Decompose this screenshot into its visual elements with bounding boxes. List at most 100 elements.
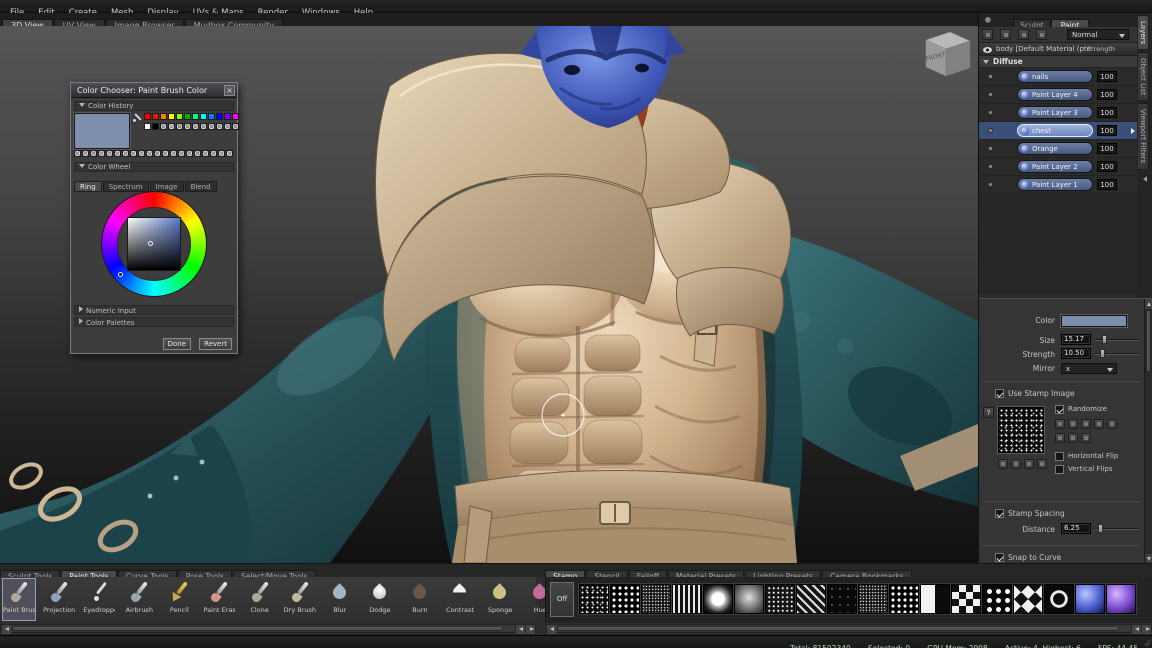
delete-layer-icon[interactable] — [1036, 29, 1047, 40]
color-swatch[interactable] — [162, 150, 169, 157]
color-swatch[interactable] — [122, 150, 129, 157]
layer-visibility-dot[interactable] — [988, 92, 993, 97]
tool-button[interactable]: Eyedropper — [82, 578, 116, 621]
done-button[interactable]: Done — [163, 338, 191, 350]
layer-pill[interactable]: nails — [1017, 70, 1093, 83]
color-swatch[interactable] — [176, 123, 183, 130]
color-swatch[interactable] — [202, 150, 209, 157]
distance-slider[interactable] — [1095, 524, 1139, 533]
side-tab[interactable]: Layers — [1138, 15, 1149, 50]
scroll-right-icon[interactable] — [1141, 625, 1151, 634]
color-swatch[interactable] — [184, 113, 191, 120]
size-value[interactable]: 15.17 — [1061, 334, 1091, 345]
color-swatch[interactable] — [152, 123, 159, 130]
layer-row[interactable]: Paint Layer 4 100 — [979, 86, 1137, 104]
tool-button[interactable]: Contrast — [443, 578, 477, 621]
new-layer-icon[interactable] — [982, 29, 993, 40]
layer-pill[interactable]: Paint Layer 1 — [1017, 178, 1093, 191]
color-swatch[interactable] — [82, 150, 89, 157]
stamp-flip-x-button[interactable] — [1068, 433, 1078, 443]
color-swatch[interactable] — [216, 113, 223, 120]
layer-pill[interactable]: Paint Layer 2 — [1017, 160, 1093, 173]
size-slider[interactable] — [1095, 335, 1139, 344]
layer-pill[interactable]: Paint Layer 4 — [1017, 88, 1093, 101]
stamp-swap-button[interactable] — [1068, 419, 1078, 429]
color-swatch[interactable] — [200, 123, 207, 130]
stamp-off-button[interactable]: Off — [550, 582, 574, 617]
color-wheel-header[interactable]: Color Wheel — [74, 162, 234, 172]
color-swatch[interactable] — [184, 123, 191, 130]
stamp-thumbnail[interactable] — [703, 584, 733, 614]
layer-pill[interactable]: Orange — [1017, 142, 1093, 155]
color-swatch[interactable] — [74, 150, 81, 157]
stamp-spacing-checkbox[interactable] — [995, 509, 1004, 518]
stamp-thumbnail[interactable] — [889, 584, 919, 614]
stamp-thumbnail[interactable] — [579, 584, 609, 614]
color-swatch[interactable] — [232, 113, 239, 120]
tool-button[interactable]: Dodge — [363, 578, 397, 621]
color-swatch[interactable] — [152, 113, 159, 120]
dialog-titlebar[interactable]: Color Chooser: Paint Brush Color × — [71, 83, 237, 98]
panel-menu-icon[interactable] — [984, 16, 992, 24]
color-swatch[interactable] — [218, 150, 225, 157]
stamp-preview-image[interactable] — [998, 407, 1044, 453]
stamp-list-button[interactable] — [1094, 419, 1104, 429]
color-swatch[interactable] — [146, 150, 153, 157]
layer-pill[interactable]: chest — [1017, 124, 1093, 137]
stamp-thumbnail[interactable] — [920, 584, 950, 614]
layer-row[interactable]: Orange 100 — [979, 140, 1137, 158]
layers-header-row[interactable]: body [Default Material (pte Strength — [979, 43, 1137, 56]
color-swatch[interactable] — [224, 113, 231, 120]
saturation-value-square[interactable] — [127, 217, 181, 271]
randomize-checkbox[interactable] — [1055, 405, 1064, 414]
color-history-header[interactable]: Color History — [74, 101, 234, 111]
color-swatch[interactable] — [200, 113, 207, 120]
panel-collapse-arrow-icon[interactable] — [1143, 176, 1147, 182]
color-swatch[interactable] — [144, 123, 151, 130]
numeric-input-header[interactable]: Numeric Input — [74, 305, 234, 315]
layer-row[interactable]: Paint Layer 1 100 — [979, 176, 1137, 194]
scroll-left-icon[interactable] — [515, 625, 525, 634]
color-swatch[interactable] — [192, 123, 199, 130]
scroll-left-icon[interactable] — [546, 625, 556, 634]
layer-visibility-dot[interactable] — [988, 74, 993, 79]
scroll-up-icon[interactable] — [1145, 299, 1152, 309]
stamp-thumbnail[interactable] — [610, 584, 640, 614]
color-swatch[interactable] — [114, 150, 121, 157]
color-swatch[interactable] — [224, 123, 231, 130]
stamp-properties-button[interactable] — [1107, 419, 1117, 429]
stamp-thumbnail[interactable] — [765, 584, 795, 614]
properties-scrollbar[interactable] — [1144, 299, 1152, 563]
tool-button[interactable]: Airbrush — [122, 578, 156, 621]
stamp-thumbnail[interactable] — [1013, 584, 1043, 614]
layer-row[interactable]: nails 100 — [979, 68, 1137, 86]
tool-button[interactable]: Pencil — [162, 578, 196, 621]
stamp-thumbnail[interactable] — [982, 584, 1012, 614]
scrollbar-thumb[interactable] — [1146, 310, 1151, 372]
color-swatch[interactable] — [98, 150, 105, 157]
stamp-thumbnail[interactable] — [796, 584, 826, 614]
color-swatch[interactable] — [170, 150, 177, 157]
color-swatch[interactable] — [168, 113, 175, 120]
vertical-flip-checkbox[interactable] — [1055, 465, 1064, 474]
layer-group-icon[interactable] — [1018, 29, 1029, 40]
layer-strength-value[interactable]: 100 — [1097, 143, 1117, 154]
color-swatch[interactable] — [178, 150, 185, 157]
side-tab[interactable]: Object List — [1138, 52, 1149, 101]
tools-scrollbar[interactable] — [0, 624, 536, 633]
layer-row[interactable]: Paint Layer 2 100 — [979, 158, 1137, 176]
stamp-cycle-button[interactable] — [1055, 433, 1065, 443]
eye-icon[interactable] — [983, 47, 992, 53]
stamp-thumbnail[interactable] — [951, 584, 981, 614]
tool-button[interactable]: Dry Brush — [283, 578, 317, 621]
layer-strength-value[interactable]: 100 — [1097, 107, 1117, 118]
color-palettes-header[interactable]: Color Palettes — [74, 317, 234, 327]
stamp-thumbnail[interactable] — [1075, 584, 1105, 614]
scroll-left-icon[interactable] — [1131, 625, 1141, 634]
stamp-flip-y-button[interactable] — [1081, 433, 1091, 443]
stamp-thumbnail[interactable] — [1106, 584, 1136, 614]
color-swatch[interactable] — [194, 150, 201, 157]
help-button[interactable]: ? — [983, 407, 994, 418]
stamp-rotate-button[interactable] — [1081, 419, 1091, 429]
duplicate-layer-icon[interactable] — [1000, 29, 1011, 40]
